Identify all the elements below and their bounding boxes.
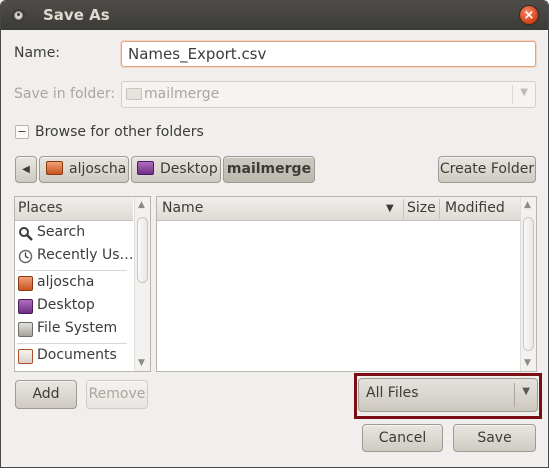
path-button-label: mailmerge bbox=[226, 161, 312, 177]
column-separator bbox=[439, 199, 440, 219]
home-folder-icon bbox=[18, 276, 33, 291]
remove-bookmark-button: Remove bbox=[86, 380, 148, 409]
name-label: Name: bbox=[14, 45, 61, 61]
places-header-label: Places bbox=[18, 200, 63, 216]
path-button-label: Desktop bbox=[160, 161, 218, 177]
filename-input[interactable]: Names_Export.csv bbox=[121, 41, 536, 67]
folder-icon bbox=[126, 88, 142, 100]
column-header-size[interactable]: Size bbox=[407, 200, 436, 216]
places-header[interactable]: Places bbox=[15, 197, 133, 221]
close-icon: × bbox=[523, 8, 535, 23]
place-label: Recently Us… bbox=[37, 247, 134, 263]
scroll-up-icon: ▲ bbox=[138, 200, 145, 210]
places-scrollbar[interactable]: ▲ ▼ bbox=[134, 197, 150, 371]
recent-icon bbox=[18, 249, 33, 264]
browse-expander-button[interactable]: − bbox=[15, 125, 29, 139]
files-scroll-thumb[interactable] bbox=[523, 217, 534, 351]
cancel-button[interactable]: Cancel bbox=[362, 424, 443, 452]
place-label: Documents bbox=[37, 347, 117, 363]
close-button[interactable]: × bbox=[519, 5, 539, 25]
title-bar: Save As × bbox=[1, 1, 548, 30]
save-in-folder-value: mailmerge bbox=[144, 86, 220, 102]
file-type-filter-value: All Files bbox=[366, 385, 419, 401]
chevron-down-icon: ▼ bbox=[522, 386, 530, 397]
create-folder-button[interactable]: Create Folder bbox=[438, 156, 536, 183]
path-button-aljoscha[interactable]: aljoscha bbox=[39, 156, 129, 183]
place-label: File System bbox=[37, 320, 118, 336]
path-button-mailmerge[interactable]: mailmerge bbox=[223, 156, 315, 183]
column-header-name[interactable]: Name bbox=[162, 200, 203, 216]
path-button-label: aljoscha bbox=[69, 161, 127, 177]
arrow-left-icon: ◀ bbox=[22, 164, 30, 175]
save-as-dialog: Save As × Name: Names_Export.csv Save in… bbox=[0, 0, 549, 468]
save-in-folder-combo: mailmerge ▼ bbox=[121, 81, 536, 108]
places-separator bbox=[17, 343, 127, 344]
desktop-folder-icon bbox=[137, 161, 154, 175]
filename-value: Names_Export.csv bbox=[128, 45, 267, 63]
scroll-down-icon: ▼ bbox=[138, 358, 145, 368]
home-folder-icon bbox=[46, 161, 63, 175]
file-type-filter-combo[interactable]: All Files ▼ bbox=[358, 378, 538, 412]
add-bookmark-button[interactable]: Add bbox=[15, 380, 77, 409]
place-label: Search bbox=[37, 224, 86, 240]
scroll-up-icon: ▲ bbox=[524, 200, 531, 210]
chevron-down-icon: ▼ bbox=[520, 87, 528, 98]
column-header-modified[interactable]: Modified bbox=[445, 200, 505, 216]
files-header: Name ▼ Size Modified bbox=[157, 197, 520, 221]
place-label: Desktop bbox=[37, 297, 95, 313]
combo-separator bbox=[512, 85, 513, 104]
desktop-folder-icon bbox=[18, 299, 33, 314]
column-separator bbox=[403, 199, 404, 219]
search-icon bbox=[18, 226, 33, 241]
window-title: Save As bbox=[43, 6, 110, 24]
places-pane: Places Search Recently Us… aljoscha Desk… bbox=[14, 196, 151, 372]
save-in-folder-label: Save in folder: bbox=[14, 86, 116, 102]
save-button[interactable]: Save bbox=[453, 424, 536, 452]
scroll-down-icon: ▼ bbox=[524, 358, 531, 368]
drive-icon bbox=[18, 322, 33, 337]
places-separator bbox=[17, 270, 127, 271]
places-scroll-thumb[interactable] bbox=[137, 217, 148, 283]
file-list[interactable] bbox=[157, 222, 520, 371]
place-label: aljoscha bbox=[37, 274, 95, 290]
window-menu-icon[interactable] bbox=[12, 9, 25, 22]
files-pane: Name ▼ Size Modified ▲ ▼ bbox=[156, 196, 537, 372]
documents-folder-icon bbox=[18, 349, 33, 364]
sort-down-icon: ▼ bbox=[386, 203, 394, 214]
browse-folders-label[interactable]: Browse for other folders bbox=[35, 124, 204, 140]
path-back-button[interactable]: ◀ bbox=[15, 156, 37, 183]
combo-separator bbox=[514, 383, 515, 407]
path-button-desktop[interactable]: Desktop bbox=[131, 156, 221, 183]
files-scrollbar[interactable]: ▲ ▼ bbox=[520, 197, 536, 371]
